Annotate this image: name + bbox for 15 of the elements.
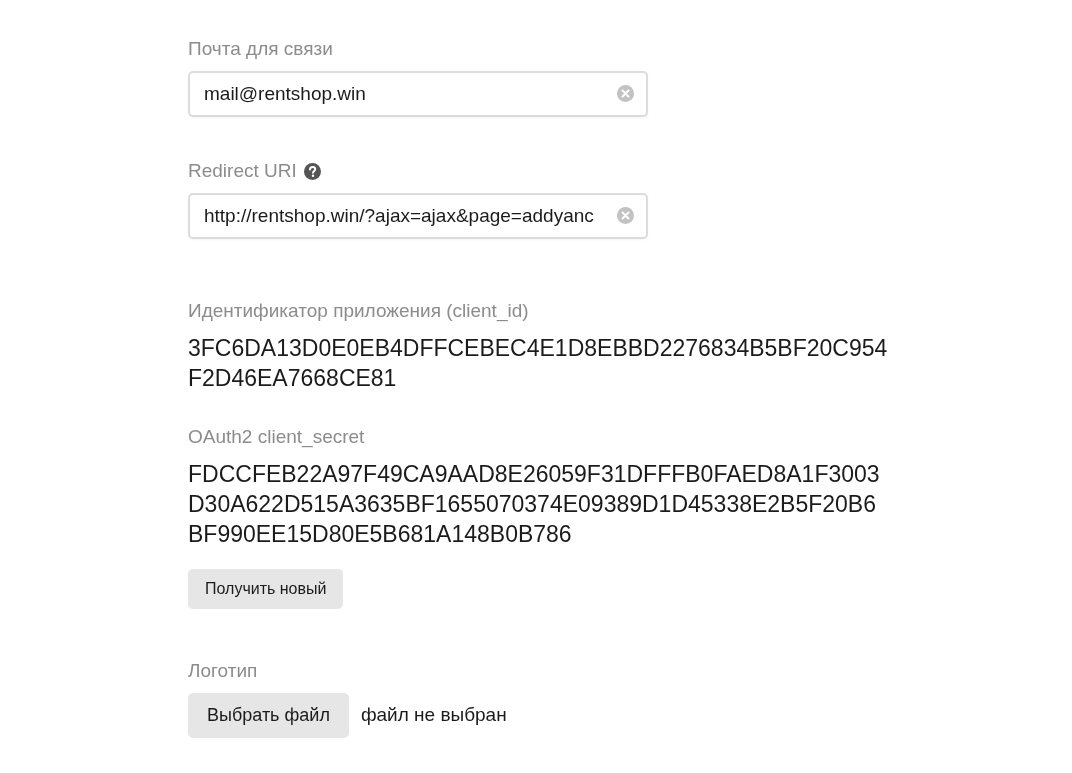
file-status-text: файл не выбран [360,703,507,728]
key-value-text: FDCCFEB22A97F49CA9AAD8E26059F31DFFFB0FAED8A1F3003D30A622D515A3635BF1655070374E09389D1D45338E2B5F20B6BF990EE15D80E5B681A148B0B786 [188,460,881,549]
text-field[interactable]: mail@rentshop.win [188,71,648,117]
field-label: Идентификатор приложения (client_id) [188,299,529,323]
field-label: Почта для связи [188,37,333,61]
help-icon[interactable] [303,162,321,180]
field-label: Логотип [188,659,258,683]
text-field[interactable]: http://rentshop.win/?ajax=ajax&page=addyanc [188,193,648,239]
key-value-text: 3FC6DA13D0E0EB4DFFCEBEC4E1D8EBBD2276834B5BF20C954F2D46EA7668CE81 [188,334,888,393]
field-label: Redirect URI [188,159,297,183]
regenerate-button[interactable]: Получить новый [188,569,344,609]
field-label: OAuth2 client_secret [188,425,365,449]
choose-file-button[interactable]: Выбрать файл [188,693,349,738]
clear-icon[interactable] [617,85,634,102]
clear-icon[interactable] [617,207,634,224]
